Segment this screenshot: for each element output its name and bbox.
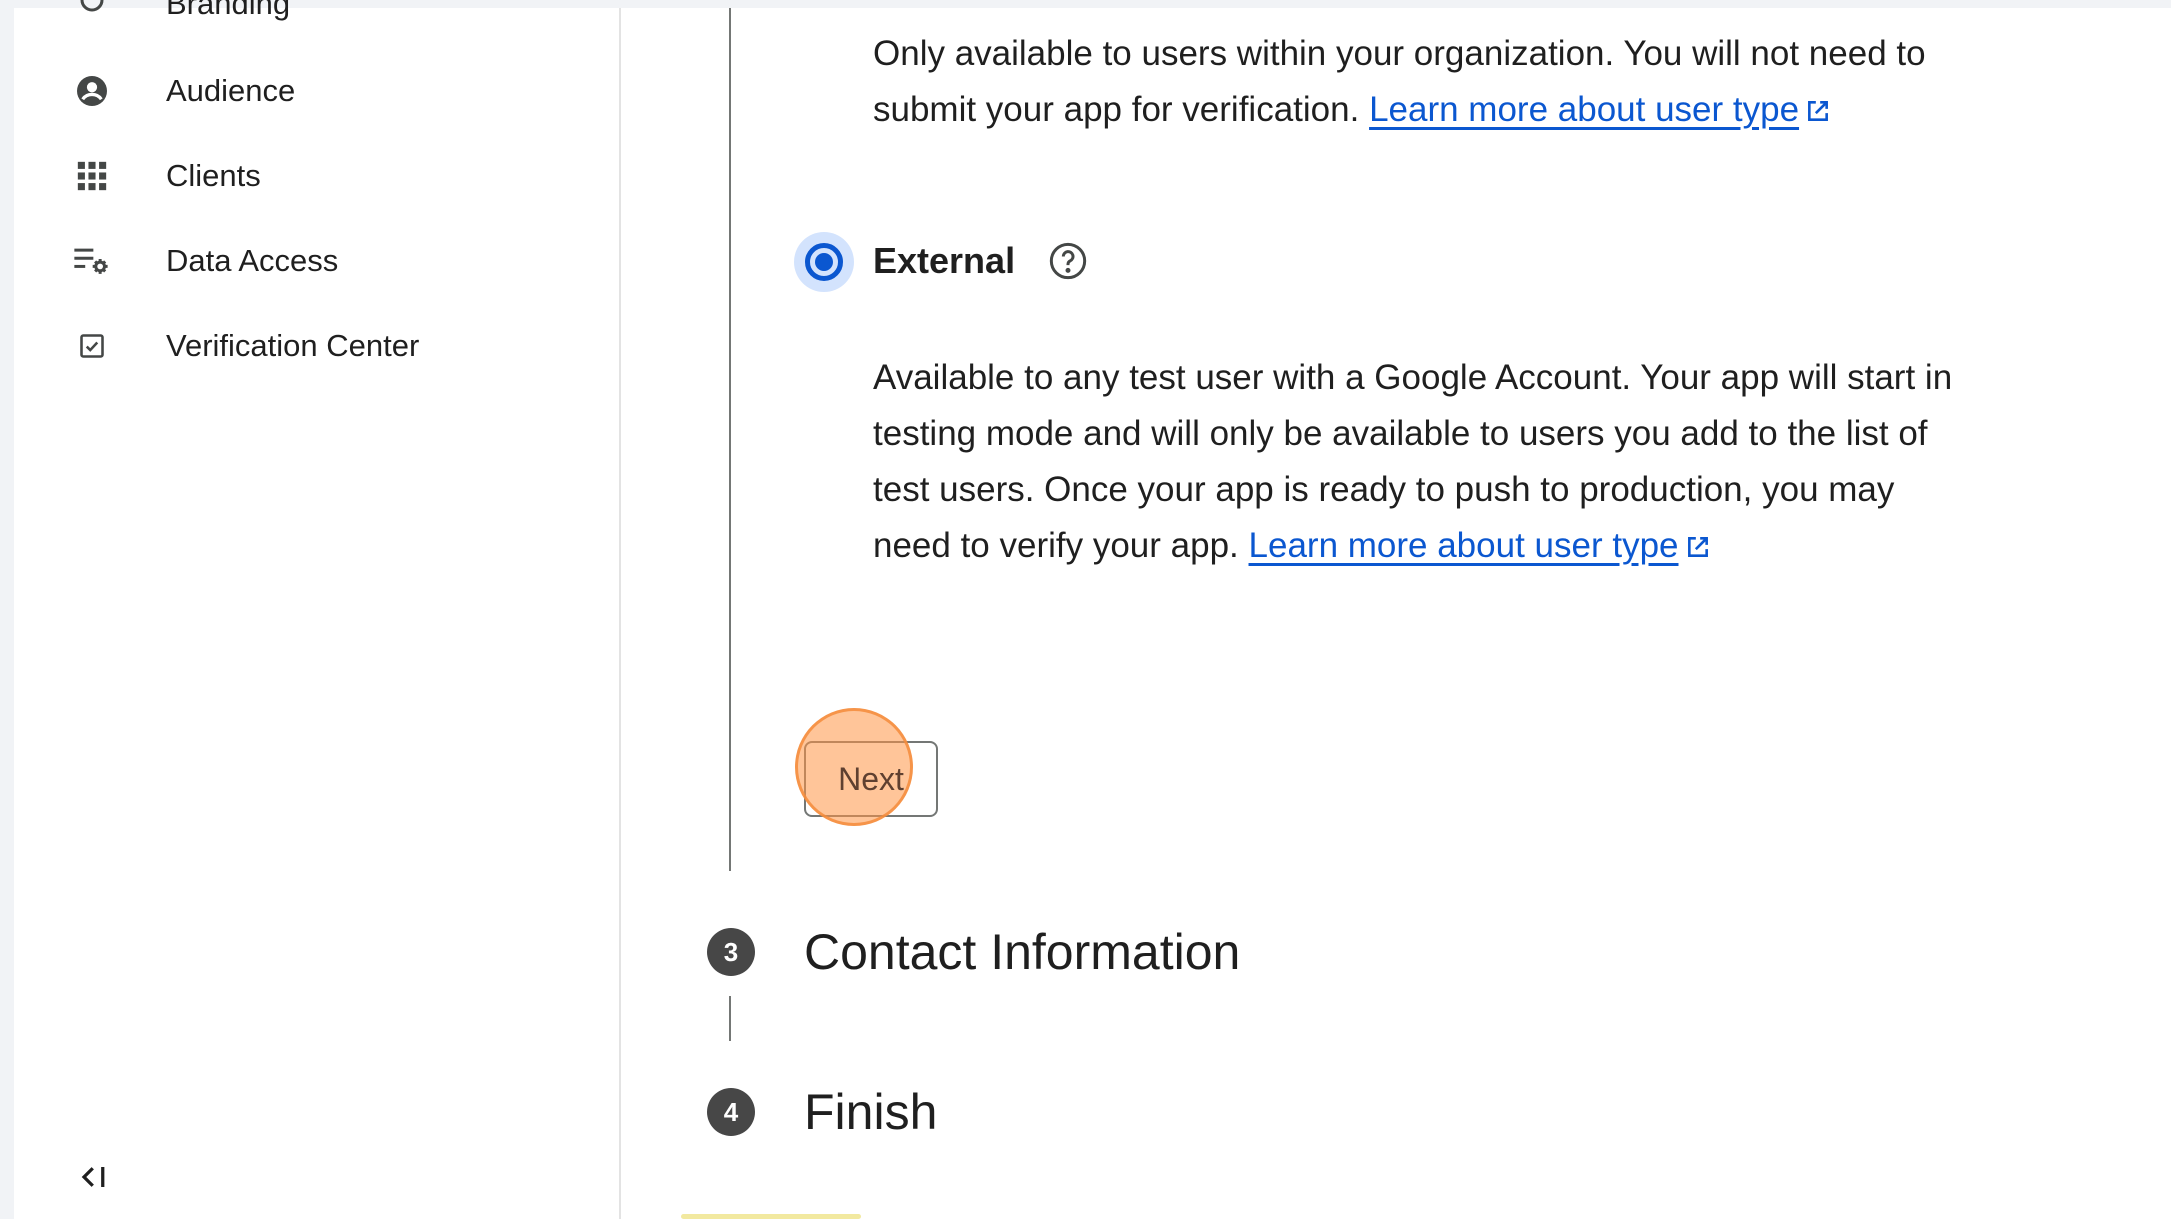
branding-icon [72, 0, 112, 20]
step-title-contact-information[interactable]: Contact Information [804, 923, 1240, 981]
sidebar-item-verification-center[interactable]: Verification Center [14, 311, 619, 381]
sidebar-item-data-access[interactable]: Data Access [14, 226, 619, 296]
sidebar-item-clients[interactable]: Clients [14, 141, 619, 211]
internal-description: Only available to users within your orga… [873, 34, 1926, 129]
next-button[interactable]: Next [804, 741, 938, 817]
learn-more-user-type-link[interactable]: Learn more about user type [1249, 526, 1711, 565]
sidebar: Branding Audience Clients Data Access Ve… [14, 0, 621, 1219]
help-circle-icon[interactable] [1048, 241, 1088, 281]
main-content: Only available to users within your orga… [621, 8, 2171, 1219]
stepper-connector-line [729, 8, 731, 871]
sidebar-item-label: Branding [166, 0, 291, 21]
sidebar-item-label: Verification Center [166, 328, 420, 363]
sidebar-item-label: Audience [166, 73, 296, 108]
step-number-badge: 4 [707, 1088, 755, 1136]
app-frame: Branding Audience Clients Data Access Ve… [14, 0, 2171, 1219]
external-link-icon [1808, 101, 1829, 121]
sidebar-item-branding[interactable]: Branding [14, 0, 619, 22]
external-description: Available to any test user with a Google… [873, 358, 1953, 565]
external-radio-label[interactable]: External [873, 240, 1015, 282]
collapse-sidebar-icon[interactable] [70, 1155, 118, 1199]
sidebar-item-label: Clients [166, 158, 261, 193]
checkbox-icon [72, 326, 112, 366]
sidebar-item-label: Data Access [166, 243, 339, 278]
stepper-connector-line [729, 996, 731, 1041]
external-radio[interactable] [794, 232, 854, 292]
sidebar-item-audience[interactable]: Audience [14, 56, 619, 126]
grid-icon [72, 156, 112, 196]
external-link-icon [1687, 537, 1708, 557]
learn-more-user-type-link[interactable]: Learn more about user type [1369, 90, 1831, 129]
data-access-icon [72, 241, 112, 281]
step-number-badge: 3 [707, 928, 755, 976]
step-title-finish[interactable]: Finish [804, 1083, 937, 1141]
account-circle-icon [72, 71, 112, 111]
bottom-highlight-tab [681, 1214, 861, 1219]
